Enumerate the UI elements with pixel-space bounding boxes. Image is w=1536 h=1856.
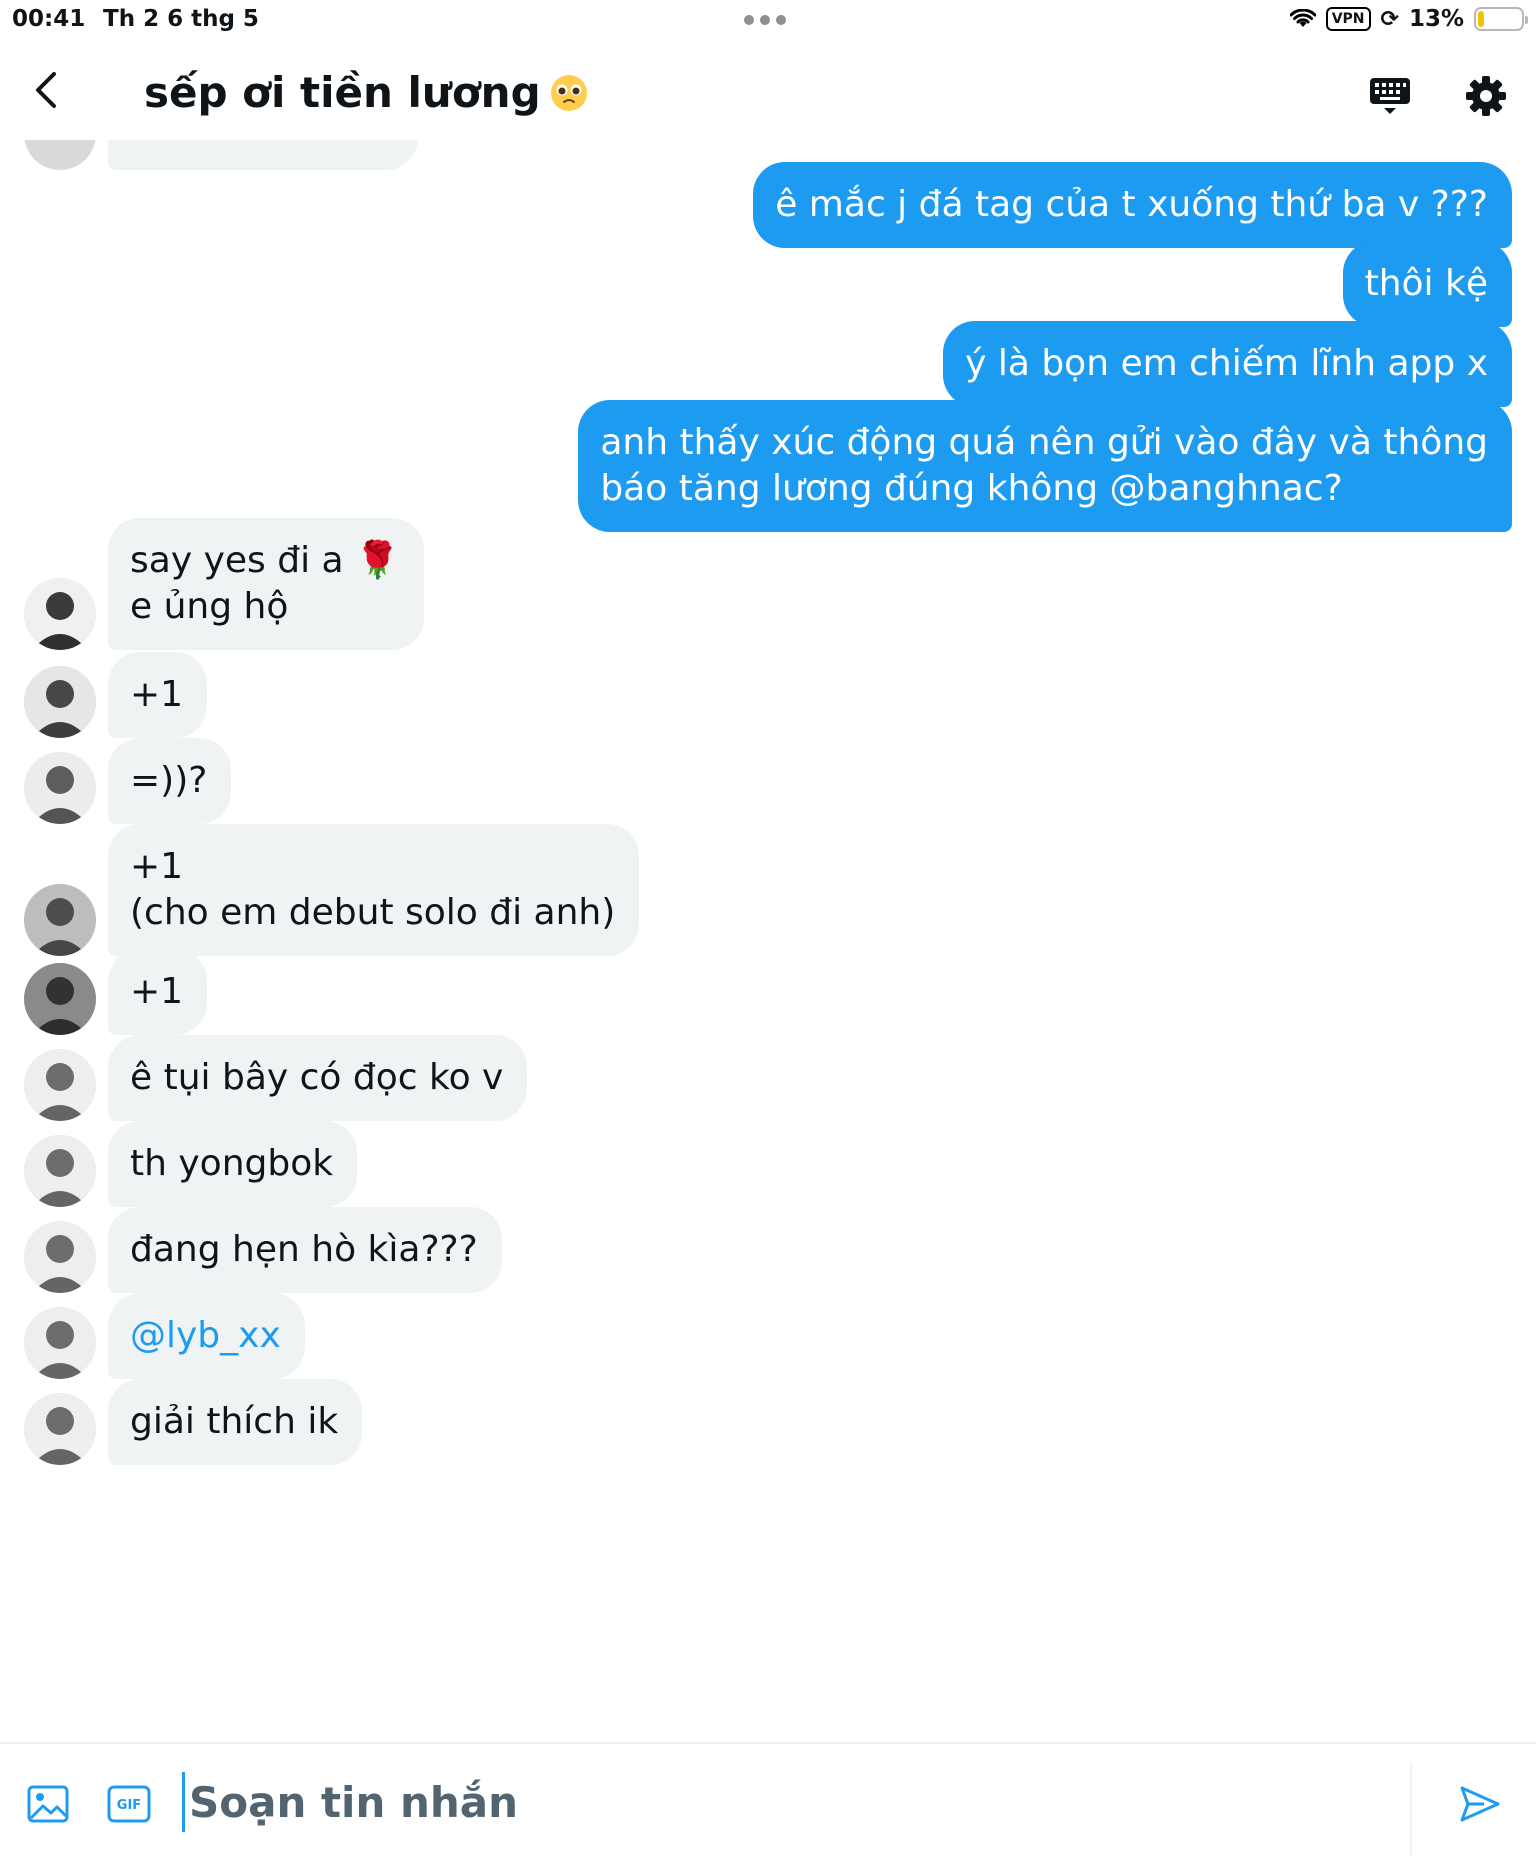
send-icon <box>1460 1786 1500 1822</box>
sent-message-bubble[interactable]: thôi kệ <box>1342 241 1512 327</box>
keyboard-icon <box>1370 78 1410 114</box>
avatar-photo-icon <box>24 578 96 650</box>
avatar-photo-icon <box>24 1393 96 1465</box>
message-text: =))? <box>130 760 208 801</box>
status-date: Th 2 6 thg 5 <box>103 6 259 32</box>
message-text: @lyb_xx <box>130 1315 281 1356</box>
image-icon <box>27 1785 69 1823</box>
avatar-photo-icon <box>24 752 96 824</box>
message-text: +1 <box>130 846 184 887</box>
message-list[interactable]: ê mắc j đá tag của t xuống thứ ba v ??? t… <box>0 140 1536 1742</box>
message-text: say yes đi a 🌹 <box>130 540 400 581</box>
avatar[interactable] <box>24 578 96 650</box>
avatar-photo-icon <box>24 1221 96 1293</box>
sent-message-bubble[interactable]: anh thấy xúc động quá nên gửi vào đây và… <box>578 400 1512 532</box>
message-bubble-partial[interactable] <box>108 140 418 170</box>
avatar-photo-icon <box>24 1135 96 1207</box>
message-text: +1 <box>130 674 184 715</box>
rotation-lock-icon: ⟳ <box>1380 6 1399 32</box>
battery-icon <box>1474 7 1528 31</box>
received-message-bubble[interactable]: +1 <box>108 652 208 738</box>
message-text: e ủng hộ <box>130 586 289 627</box>
gear-icon <box>1466 76 1506 116</box>
message-input[interactable] <box>182 1772 1372 1832</box>
message-text: ê mắc j đá tag của t xuống thứ ba v ??? <box>775 184 1488 225</box>
received-message-bubble[interactable]: =))? <box>108 738 232 824</box>
gif-icon: GIF <box>107 1785 151 1823</box>
pleading-face-emoji-icon <box>549 73 589 113</box>
send-button[interactable] <box>1456 1780 1504 1828</box>
message-text: th yongbok <box>130 1143 334 1184</box>
avatar[interactable] <box>24 1135 96 1207</box>
back-button[interactable] <box>26 68 66 112</box>
received-message-bubble[interactable]: giải thích ik <box>108 1379 363 1465</box>
status-time: 00:41 <box>12 6 86 32</box>
message-text: ý là bọn em chiếm lĩnh app x <box>965 343 1488 384</box>
avatar[interactable] <box>24 1049 96 1121</box>
message-composer: GIF <box>0 1742 1536 1856</box>
avatar[interactable] <box>24 1307 96 1379</box>
wifi-icon <box>1289 9 1316 29</box>
message-text: thôi kệ <box>1364 263 1488 304</box>
avatar[interactable] <box>24 752 96 824</box>
avatar[interactable] <box>24 1393 96 1465</box>
battery-percent: 13% <box>1408 6 1464 32</box>
avatar-photo-icon <box>24 666 96 738</box>
add-gif-button[interactable]: GIF <box>106 1782 152 1826</box>
avatar-photo-icon <box>24 884 96 956</box>
received-message-bubble[interactable]: say yes đi a 🌹 e ủng hộ <box>108 518 424 650</box>
avatar[interactable] <box>24 1221 96 1293</box>
chevron-left-icon <box>36 72 56 108</box>
received-message-bubble[interactable]: +1 (cho em debut solo đi anh) <box>108 824 640 956</box>
vpn-badge: VPN <box>1325 7 1371 31</box>
message-text: +1 <box>130 971 184 1012</box>
add-photo-button[interactable] <box>26 1782 70 1826</box>
avatar[interactable] <box>24 666 96 738</box>
conversation-header: sếp ơi tiền lương <box>0 40 1536 140</box>
settings-button[interactable] <box>1464 74 1508 118</box>
message-text: báo tăng lương đúng không @banghnac? <box>600 468 1343 509</box>
sent-message-bubble[interactable]: ê mắc j đá tag của t xuống thứ ba v ??? <box>753 162 1512 248</box>
sent-message-bubble[interactable]: ý là bọn em chiếm lĩnh app x <box>943 321 1512 407</box>
avatar-photo-icon <box>24 1307 96 1379</box>
avatar[interactable] <box>24 963 96 1035</box>
svg-text:GIF: GIF <box>117 1798 141 1813</box>
conversation-title-text: sếp ơi tiền lương <box>144 68 541 117</box>
message-text: anh thấy xúc động quá nên gửi vào đây và… <box>600 422 1488 463</box>
message-text: giải thích ik <box>130 1401 339 1442</box>
received-message-bubble[interactable]: đang hẹn hò kìa??? <box>108 1207 502 1293</box>
received-message-bubble[interactable]: +1 <box>108 949 208 1035</box>
battery-level-fill <box>1478 11 1484 27</box>
status-bar: 00:41 Th 2 6 thg 5 VPN ⟳ 13% <box>0 0 1536 40</box>
received-message-bubble[interactable]: th yongbok <box>108 1121 358 1207</box>
avatar[interactable] <box>24 884 96 956</box>
received-message-bubble[interactable]: @lyb_xx <box>108 1293 305 1379</box>
message-text: (cho em debut solo đi anh) <box>130 892 616 933</box>
message-text: đang hẹn hò kìa??? <box>130 1229 478 1270</box>
avatar[interactable] <box>24 140 96 170</box>
received-message-bubble[interactable]: ê tụi bây có đọc ko v <box>108 1035 528 1121</box>
message-text: ê tụi bây có đọc ko v <box>130 1057 504 1098</box>
multitasking-dots-icon[interactable] <box>744 15 786 25</box>
conversation-title[interactable]: sếp ơi tiền lương <box>144 68 589 117</box>
composer-divider <box>1410 1762 1412 1856</box>
avatar-photo-icon <box>24 963 96 1035</box>
avatar-photo-icon <box>24 1049 96 1121</box>
keyboard-shortcuts-button[interactable] <box>1368 74 1412 118</box>
